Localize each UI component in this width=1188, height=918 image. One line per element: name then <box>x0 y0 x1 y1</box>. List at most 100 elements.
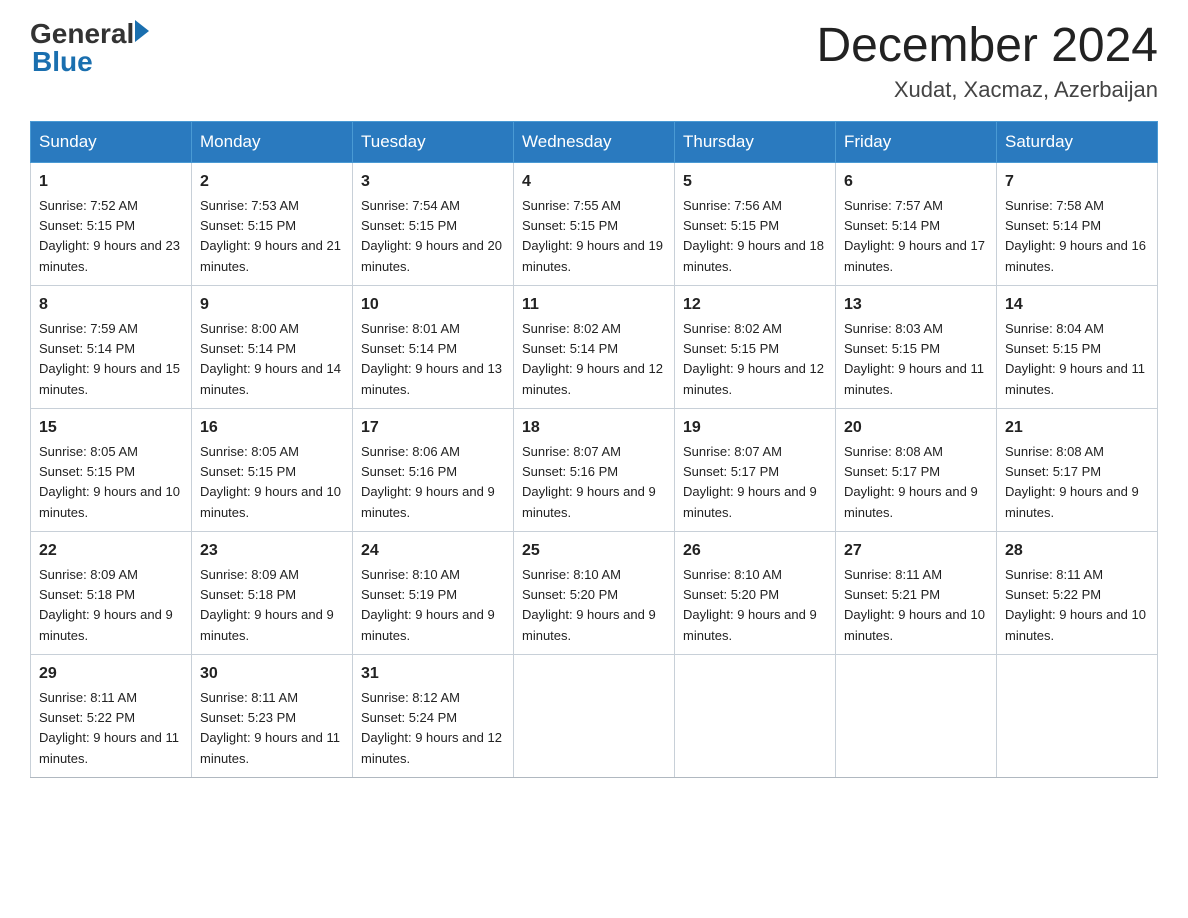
calendar-cell: 6Sunrise: 7:57 AMSunset: 5:14 PMDaylight… <box>836 162 997 285</box>
day-number: 27 <box>844 539 988 563</box>
calendar-cell: 28 Sunrise: 8:11 AMSunset: 5:22 PMDayligh… <box>997 531 1158 654</box>
weekday-header-monday: Monday <box>192 121 353 162</box>
weekday-header-row: SundayMondayTuesdayWednesdayThursdayFrid… <box>31 121 1158 162</box>
calendar-cell: 25 Sunrise: 8:10 AMSunset: 5:20 PMDayligh… <box>514 531 675 654</box>
day-number: 2 <box>200 170 344 194</box>
weekday-header-sunday: Sunday <box>31 121 192 162</box>
day-number: 12 <box>683 293 827 317</box>
calendar-cell: 8 Sunrise: 7:59 AMSunset: 5:14 PMDaylight… <box>31 285 192 408</box>
day-info: Sunrise: 8:09 AMSunset: 5:18 PMDaylight:… <box>200 567 334 643</box>
logo: General Blue <box>30 20 149 76</box>
day-info: Sunrise: 8:08 AMSunset: 5:17 PMDaylight:… <box>844 444 978 520</box>
calendar-cell: 15 Sunrise: 8:05 AMSunset: 5:15 PMDayligh… <box>31 408 192 531</box>
day-number: 31 <box>361 662 505 686</box>
day-number: 29 <box>39 662 183 686</box>
calendar-cell: 2 Sunrise: 7:53 AMSunset: 5:15 PMDaylight… <box>192 162 353 285</box>
calendar-cell: 10 Sunrise: 8:01 AMSunset: 5:14 PMDayligh… <box>353 285 514 408</box>
day-number: 15 <box>39 416 183 440</box>
day-info: Sunrise: 7:54 AMSunset: 5:15 PMDaylight:… <box>361 198 502 274</box>
day-number: 25 <box>522 539 666 563</box>
day-info: Sunrise: 7:53 AMSunset: 5:15 PMDaylight:… <box>200 198 341 274</box>
calendar-week-1: 1Sunrise: 7:52 AMSunset: 5:15 PMDaylight… <box>31 162 1158 285</box>
day-info: Sunrise: 7:59 AMSunset: 5:14 PMDaylight:… <box>39 321 180 397</box>
day-number: 30 <box>200 662 344 686</box>
month-title: December 2024 <box>816 20 1158 73</box>
day-info: Sunrise: 8:05 AMSunset: 5:15 PMDaylight:… <box>200 444 341 520</box>
day-info: Sunrise: 8:11 AMSunset: 5:22 PMDaylight:… <box>1005 567 1146 643</box>
location: Xudat, Xacmaz, Azerbaijan <box>816 77 1158 103</box>
day-info: Sunrise: 8:08 AMSunset: 5:17 PMDaylight:… <box>1005 444 1139 520</box>
calendar-cell <box>514 654 675 777</box>
day-info: Sunrise: 8:11 AMSunset: 5:21 PMDaylight:… <box>844 567 985 643</box>
calendar-cell: 3 Sunrise: 7:54 AMSunset: 5:15 PMDaylight… <box>353 162 514 285</box>
calendar-cell: 31 Sunrise: 8:12 AMSunset: 5:24 PMDayligh… <box>353 654 514 777</box>
calendar-cell: 24Sunrise: 8:10 AMSunset: 5:19 PMDayligh… <box>353 531 514 654</box>
day-info: Sunrise: 8:00 AMSunset: 5:14 PMDaylight:… <box>200 321 341 397</box>
logo-general-text: General <box>30 20 134 48</box>
day-number: 26 <box>683 539 827 563</box>
weekday-header-friday: Friday <box>836 121 997 162</box>
calendar-week-4: 22 Sunrise: 8:09 AMSunset: 5:18 PMDayligh… <box>31 531 1158 654</box>
day-info: Sunrise: 7:58 AMSunset: 5:14 PMDaylight:… <box>1005 198 1146 274</box>
day-number: 19 <box>683 416 827 440</box>
day-number: 21 <box>1005 416 1149 440</box>
day-number: 10 <box>361 293 505 317</box>
day-number: 8 <box>39 293 183 317</box>
day-info: Sunrise: 8:06 AMSunset: 5:16 PMDaylight:… <box>361 444 495 520</box>
day-number: 22 <box>39 539 183 563</box>
weekday-header-thursday: Thursday <box>675 121 836 162</box>
title-block: December 2024 Xudat, Xacmaz, Azerbaijan <box>816 20 1158 103</box>
day-info: Sunrise: 8:10 AMSunset: 5:20 PMDaylight:… <box>522 567 656 643</box>
calendar-cell: 14 Sunrise: 8:04 AMSunset: 5:15 PMDayligh… <box>997 285 1158 408</box>
day-info: Sunrise: 8:03 AMSunset: 5:15 PMDaylight:… <box>844 321 984 397</box>
day-number: 13 <box>844 293 988 317</box>
day-number: 24 <box>361 539 505 563</box>
calendar-cell: 20Sunrise: 8:08 AMSunset: 5:17 PMDayligh… <box>836 408 997 531</box>
day-number: 28 <box>1005 539 1149 563</box>
weekday-header-tuesday: Tuesday <box>353 121 514 162</box>
day-number: 7 <box>1005 170 1149 194</box>
page-header: General Blue December 2024 Xudat, Xacmaz… <box>30 20 1158 103</box>
day-info: Sunrise: 8:10 AMSunset: 5:20 PMDaylight:… <box>683 567 817 643</box>
day-number: 9 <box>200 293 344 317</box>
calendar-cell: 23Sunrise: 8:09 AMSunset: 5:18 PMDayligh… <box>192 531 353 654</box>
day-info: Sunrise: 8:05 AMSunset: 5:15 PMDaylight:… <box>39 444 180 520</box>
day-info: Sunrise: 8:12 AMSunset: 5:24 PMDaylight:… <box>361 690 502 766</box>
calendar-cell: 11Sunrise: 8:02 AMSunset: 5:14 PMDayligh… <box>514 285 675 408</box>
calendar-cell: 7 Sunrise: 7:58 AMSunset: 5:14 PMDaylight… <box>997 162 1158 285</box>
day-info: Sunrise: 8:11 AMSunset: 5:22 PMDaylight:… <box>39 690 179 766</box>
calendar-cell: 17 Sunrise: 8:06 AMSunset: 5:16 PMDayligh… <box>353 408 514 531</box>
day-number: 14 <box>1005 293 1149 317</box>
day-info: Sunrise: 8:04 AMSunset: 5:15 PMDaylight:… <box>1005 321 1145 397</box>
day-info: Sunrise: 8:09 AMSunset: 5:18 PMDaylight:… <box>39 567 173 643</box>
day-info: Sunrise: 8:02 AMSunset: 5:14 PMDaylight:… <box>522 321 663 397</box>
calendar-cell: 13 Sunrise: 8:03 AMSunset: 5:15 PMDayligh… <box>836 285 997 408</box>
calendar-cell <box>836 654 997 777</box>
day-info: Sunrise: 7:55 AMSunset: 5:15 PMDaylight:… <box>522 198 663 274</box>
calendar-cell: 21 Sunrise: 8:08 AMSunset: 5:17 PMDayligh… <box>997 408 1158 531</box>
day-number: 16 <box>200 416 344 440</box>
day-number: 17 <box>361 416 505 440</box>
day-number: 4 <box>522 170 666 194</box>
calendar-cell: 19 Sunrise: 8:07 AMSunset: 5:17 PMDayligh… <box>675 408 836 531</box>
day-number: 3 <box>361 170 505 194</box>
weekday-header-saturday: Saturday <box>997 121 1158 162</box>
calendar-cell: 18Sunrise: 8:07 AMSunset: 5:16 PMDayligh… <box>514 408 675 531</box>
calendar-week-5: 29 Sunrise: 8:11 AMSunset: 5:22 PMDayligh… <box>31 654 1158 777</box>
calendar-cell: 27 Sunrise: 8:11 AMSunset: 5:21 PMDayligh… <box>836 531 997 654</box>
day-info: Sunrise: 8:07 AMSunset: 5:17 PMDaylight:… <box>683 444 817 520</box>
calendar-week-2: 8 Sunrise: 7:59 AMSunset: 5:14 PMDaylight… <box>31 285 1158 408</box>
calendar-table: SundayMondayTuesdayWednesdayThursdayFrid… <box>30 121 1158 778</box>
day-info: Sunrise: 8:02 AMSunset: 5:15 PMDaylight:… <box>683 321 824 397</box>
calendar-cell <box>997 654 1158 777</box>
calendar-cell: 29 Sunrise: 8:11 AMSunset: 5:22 PMDayligh… <box>31 654 192 777</box>
day-number: 6 <box>844 170 988 194</box>
day-info: Sunrise: 8:01 AMSunset: 5:14 PMDaylight:… <box>361 321 502 397</box>
calendar-cell: 22 Sunrise: 8:09 AMSunset: 5:18 PMDayligh… <box>31 531 192 654</box>
day-number: 5 <box>683 170 827 194</box>
calendar-week-3: 15 Sunrise: 8:05 AMSunset: 5:15 PMDayligh… <box>31 408 1158 531</box>
day-info: Sunrise: 7:56 AMSunset: 5:15 PMDaylight:… <box>683 198 824 274</box>
calendar-cell: 12 Sunrise: 8:02 AMSunset: 5:15 PMDayligh… <box>675 285 836 408</box>
calendar-cell: 16 Sunrise: 8:05 AMSunset: 5:15 PMDayligh… <box>192 408 353 531</box>
calendar-cell: 1Sunrise: 7:52 AMSunset: 5:15 PMDaylight… <box>31 162 192 285</box>
